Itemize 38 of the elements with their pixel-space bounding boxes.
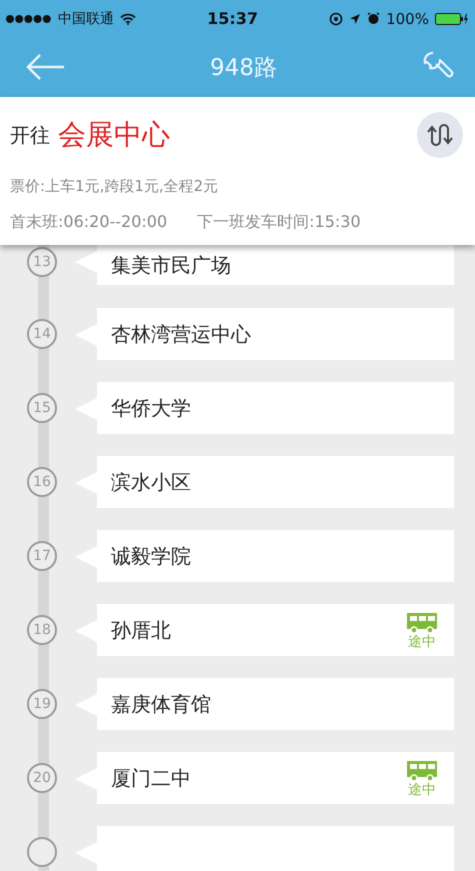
- stop-number: 13: [27, 247, 57, 277]
- stop-number: 19: [27, 689, 57, 719]
- carrier-name: 中国联通: [58, 10, 114, 28]
- stop-number: 14: [27, 319, 57, 349]
- back-arrow-icon[interactable]: [24, 52, 66, 82]
- stop-item[interactable]: 诚毅学院: [75, 530, 454, 582]
- swap-icon: [427, 123, 453, 147]
- swap-direction-button[interactable]: [417, 112, 463, 158]
- fare-info: 票价:上车1元,跨段1元,全程2元: [10, 177, 220, 196]
- stop-number: 20: [27, 763, 57, 793]
- stop-number: 16: [27, 467, 57, 497]
- next-departure: 下一班发车时间:15:30: [197, 212, 361, 233]
- stop-item[interactable]: 厦门二中 途中: [75, 752, 454, 804]
- bus-icon: [404, 611, 440, 635]
- stop-item[interactable]: 集美市民广场: [75, 245, 454, 285]
- bus-status: 途中: [408, 783, 436, 797]
- stop-number: 18: [27, 615, 57, 645]
- location-icon: [349, 12, 362, 24]
- route-title: 948路: [210, 54, 277, 82]
- stop-number: 15: [27, 393, 57, 423]
- destination-name: 会展中心: [58, 117, 170, 153]
- alarm-icon: [367, 12, 380, 25]
- rotation-lock-icon: [329, 12, 344, 26]
- service-hours: 首末班:06:20--20:00: [10, 212, 168, 233]
- stop-item[interactable]: 杏林湾营运中心: [75, 308, 454, 360]
- stop-item[interactable]: 华侨大学: [75, 382, 454, 434]
- battery-icon: [434, 12, 469, 26]
- bus-icon: [404, 759, 440, 783]
- stop-number: 17: [27, 541, 57, 571]
- stop-item[interactable]: 嘉庚体育馆: [75, 678, 454, 730]
- signal-icon: [6, 14, 52, 24]
- stop-item[interactable]: 孙厝北 途中: [75, 604, 454, 656]
- clock-time: 15:37: [207, 9, 258, 28]
- battery-percent: 100%: [386, 10, 429, 28]
- wifi-icon: [120, 12, 136, 24]
- stop-item[interactable]: 滨水小区: [75, 456, 454, 508]
- bus-status: 途中: [408, 635, 436, 649]
- direction-label: 开往: [10, 122, 50, 148]
